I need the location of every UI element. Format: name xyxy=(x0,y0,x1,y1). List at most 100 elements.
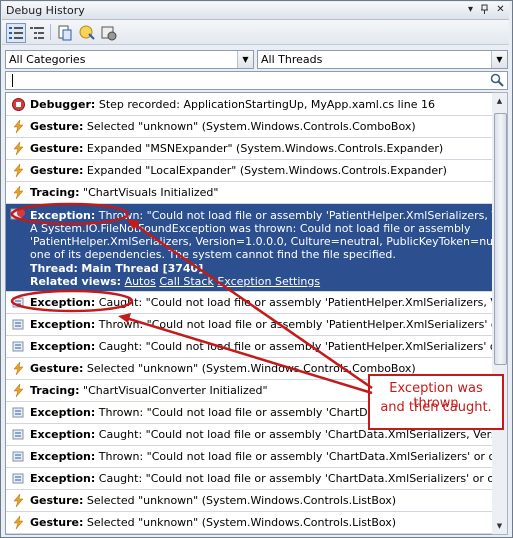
settings-icon[interactable] xyxy=(99,23,119,43)
event-kind: Gesture: xyxy=(30,142,84,155)
pin-icon[interactable] xyxy=(478,4,491,16)
search-icon[interactable] xyxy=(490,73,504,90)
event-description: Thrown: "Could not load file or assembly… xyxy=(98,318,493,331)
event-description: Expanded "MSNExpander" (System.Windows.C… xyxy=(86,142,444,155)
exception-detail-line: A System.IO.FileNotFoundException was th… xyxy=(30,222,471,235)
window-title: Debug History xyxy=(6,4,85,17)
exception-settings-link[interactable]: Exception Settings xyxy=(217,275,320,288)
event-description: Thrown: "Could not load file or assembly… xyxy=(98,450,493,463)
event-row[interactable]: Exception: Thrown: "Could not load file … xyxy=(6,446,493,468)
search-input[interactable] xyxy=(5,71,508,90)
thread-label: Thread: xyxy=(30,262,78,275)
event-kind: Exception: xyxy=(30,340,96,353)
event-description: Caught: "Could not load file or assembly… xyxy=(98,340,493,353)
event-kind: Exception: xyxy=(30,428,96,441)
close-icon[interactable]: ✕ xyxy=(494,4,507,16)
event-row[interactable]: Exception: Caught: "Could not load file … xyxy=(6,292,493,314)
event-description: Expanded "LocalExpander" (System.Windows… xyxy=(86,164,447,177)
annotation-callout: Exception was thrown and then caught. xyxy=(368,374,504,430)
event-description: Selected "unknown" (System.Windows.Contr… xyxy=(86,362,416,375)
event-kind: Exception: xyxy=(30,406,96,419)
event-description: Selected "unknown" (System.Windows.Contr… xyxy=(86,120,416,133)
event-text: Exception: Thrown: "Could not load file … xyxy=(30,450,493,463)
event-row[interactable]: Gesture: Selected "unknown" (System.Wind… xyxy=(6,490,493,512)
event-list[interactable]: Exception: Thrown: "Could not load file … xyxy=(5,92,494,535)
lightning-icon xyxy=(12,361,25,376)
exception-icon xyxy=(10,207,26,224)
related-views-label: Related views: xyxy=(30,275,122,288)
event-text: Gesture: Selected "unknown" (System.Wind… xyxy=(30,494,396,507)
event-kind: Debugger: xyxy=(30,98,96,111)
scroll-down-icon[interactable]: ▼ xyxy=(492,519,507,533)
call-stack-link[interactable]: Call Stack xyxy=(159,275,213,288)
category-filter[interactable]: All Categories ▼ xyxy=(5,50,254,69)
event-text: Exception: Caught: "Could not load file … xyxy=(30,340,493,353)
event-row[interactable]: Gesture: Selected "unknown" (System.Wind… xyxy=(6,512,493,534)
exception-icon xyxy=(12,296,25,309)
event-row[interactable]: Gesture: Expanded "MSNExpander" (System.… xyxy=(6,138,493,160)
thread-value: Main Thread [3740] xyxy=(81,262,204,275)
event-kind: Gesture: xyxy=(30,516,84,529)
exception-icon xyxy=(12,472,25,485)
event-text: Exception: Caught: "Could not load file … xyxy=(30,472,493,485)
exception-detail-line: 'PatientHelper.XmlSerializers, Version=1… xyxy=(30,235,494,248)
event-description: "ChartVisuals Initialized" xyxy=(83,186,219,199)
annotation-line-2: and then caught. xyxy=(380,400,492,415)
lightning-icon xyxy=(12,515,25,530)
tree-view-icon[interactable] xyxy=(27,23,47,43)
category-filter-value: All Categories xyxy=(9,53,86,66)
event-kind: Exception: xyxy=(30,318,96,331)
event-description: "ChartVisualConverter Initialized" xyxy=(83,384,268,397)
event-text: Tracing: "ChartVisualConverter Initializ… xyxy=(30,384,268,397)
scrollbar-thumb[interactable] xyxy=(494,113,507,365)
event-text: Gesture: Expanded "LocalExpander" (Syste… xyxy=(30,164,447,177)
chevron-down-icon[interactable]: ▼ xyxy=(491,51,507,68)
event-row[interactable]: Exception: Thrown: "Could not load file … xyxy=(6,314,493,336)
lightning-icon xyxy=(12,493,25,508)
event-kind: Exception: xyxy=(30,450,96,463)
activate-event-icon[interactable] xyxy=(77,23,97,43)
event-row[interactable]: Exception: Caught: "Could not load file … xyxy=(6,468,493,490)
dropdown-icon[interactable]: ▾ xyxy=(464,4,477,16)
exception-icon xyxy=(12,406,25,419)
event-row[interactable]: Gesture: Selected "unknown" (System.Wind… xyxy=(6,116,493,138)
thread-filter-value: All Threads xyxy=(261,53,323,66)
exception-icon xyxy=(12,318,25,331)
thread-filter[interactable]: All Threads ▼ xyxy=(257,50,508,69)
event-summary: Thrown: "Could not load file or assembly… xyxy=(98,209,493,222)
event-description: Caught: "Could not load file or assembly… xyxy=(98,472,493,485)
exception-icon xyxy=(12,340,25,353)
scroll-up-icon[interactable]: ▲ xyxy=(492,94,507,108)
event-kind: Gesture: xyxy=(30,164,84,177)
event-kind: Exception: xyxy=(30,209,96,222)
show-calls-icon[interactable] xyxy=(55,23,75,43)
selected-event-row[interactable]: Exception: Thrown: "Could not load file … xyxy=(6,204,493,292)
event-kind: Exception: xyxy=(30,296,96,309)
lightning-icon xyxy=(12,383,25,398)
event-text: Exception: Thrown: "Could not load file … xyxy=(30,318,493,331)
event-description: Selected "unknown" (System.Windows.Contr… xyxy=(86,516,397,529)
vertical-scrollbar[interactable]: ▲ ▼ xyxy=(492,92,508,535)
event-row[interactable]: Tracing: "ChartVisuals Initialized" xyxy=(6,182,493,204)
event-text: Gesture: Expanded "MSNExpander" (System.… xyxy=(30,142,443,155)
stop-icon xyxy=(12,98,25,111)
exception-icon xyxy=(12,428,25,441)
event-text: Tracing: "ChartVisuals Initialized" xyxy=(30,186,218,199)
event-kind: Gesture: xyxy=(30,362,84,375)
event-row[interactable]: Exception: Caught: "Could not load file … xyxy=(6,336,493,358)
event-text: Exception: Caught: "Could not load file … xyxy=(30,296,493,309)
lightning-icon xyxy=(12,163,25,178)
event-kind: Tracing: xyxy=(30,186,80,199)
event-kind: Exception: xyxy=(30,472,96,485)
lightning-icon xyxy=(12,185,25,200)
event-text: Gesture: Selected "unknown" (System.Wind… xyxy=(30,516,396,529)
event-row[interactable]: Debugger: Step recorded: ApplicationStar… xyxy=(6,94,493,116)
exception-detail-line: one of its dependencies. The system cann… xyxy=(30,248,396,261)
chevron-down-icon[interactable]: ▼ xyxy=(237,51,253,68)
autos-link[interactable]: Autos xyxy=(125,275,156,288)
event-kind: Gesture: xyxy=(30,494,84,507)
event-row[interactable]: Gesture: Expanded "LocalExpander" (Syste… xyxy=(6,160,493,182)
event-text: Gesture: Selected "unknown" (System.Wind… xyxy=(30,362,416,375)
exception-icon xyxy=(12,450,25,463)
list-view-icon[interactable] xyxy=(6,23,26,43)
